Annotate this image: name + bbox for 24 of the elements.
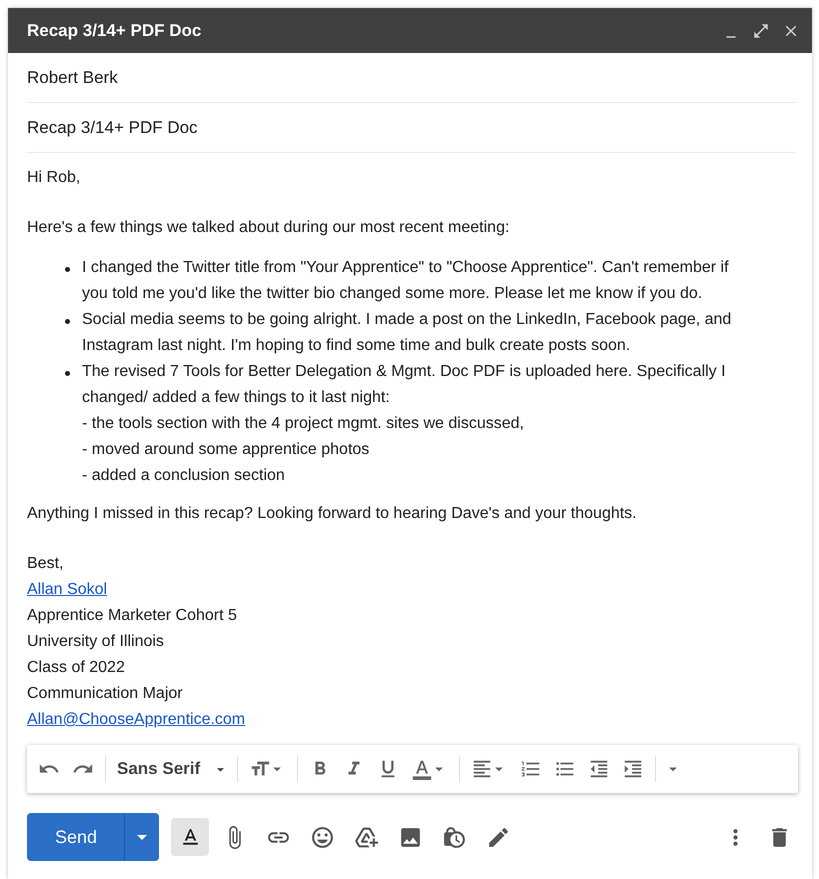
font-select[interactable]: Sans Serif: [112, 753, 232, 785]
window-title: Recap 3/14+ PDF Doc: [27, 20, 202, 40]
signature-line: Communication Major: [27, 684, 184, 704]
signature-line: Best,: [27, 554, 64, 574]
signature-line: University of Illinois: [27, 632, 165, 652]
greeting-text: Hi Rob,: [27, 168, 82, 188]
full-screen-icon[interactable]: [752, 22, 770, 40]
bullet-icon: [65, 267, 70, 272]
bullet-text: I changed the Twitter title from "Your Apprentice" to "Choose Apprentice". Can't remember if you told me you'd like the twitter bio changed some more. Please let me know if you do.: [82, 258, 729, 304]
bullet-icon: [65, 319, 70, 324]
closing-text: Anything I missed in this recap? Looking forward to hearing Dave's and your thoughts.: [27, 504, 638, 524]
signature-line: Apprentice Marketer Cohort 5: [27, 606, 238, 626]
send-options-button[interactable]: [125, 813, 160, 861]
recipients-field[interactable]: Robert Berk: [27, 53, 796, 103]
signature-line: Class of 2022: [27, 658, 126, 678]
bullet-text: The revised 7 Tools for Better Delegation & Mgmt. Doc PDF is uploaded here. Specifically I changed/ added a few things to it last night: - the tools section with the 4 project mgmt. sites we discussed, - moved around some apprentice photos - added a conclusion section: [82, 362, 726, 486]
signature-link[interactable]: Allan@ChooseApprentice.com: [27, 711, 246, 728]
bullet-text: Social media seems to be going alright. I made a post on the LinkedIn, Facebook page, and Instagram last night. I'm hoping to find some time and bulk create posts soon.: [82, 310, 732, 356]
formatting-icon[interactable]: [171, 818, 210, 856]
bullet-icon: [65, 371, 70, 376]
intro-text: Here's a few things we talked about during our most recent meeting:: [27, 218, 510, 238]
send-button[interactable]: Send: [27, 813, 126, 861]
signature-link[interactable]: Allan Sokol: [27, 581, 108, 598]
subject-field[interactable]: Recap 3/14+ PDF Doc: [27, 103, 796, 153]
